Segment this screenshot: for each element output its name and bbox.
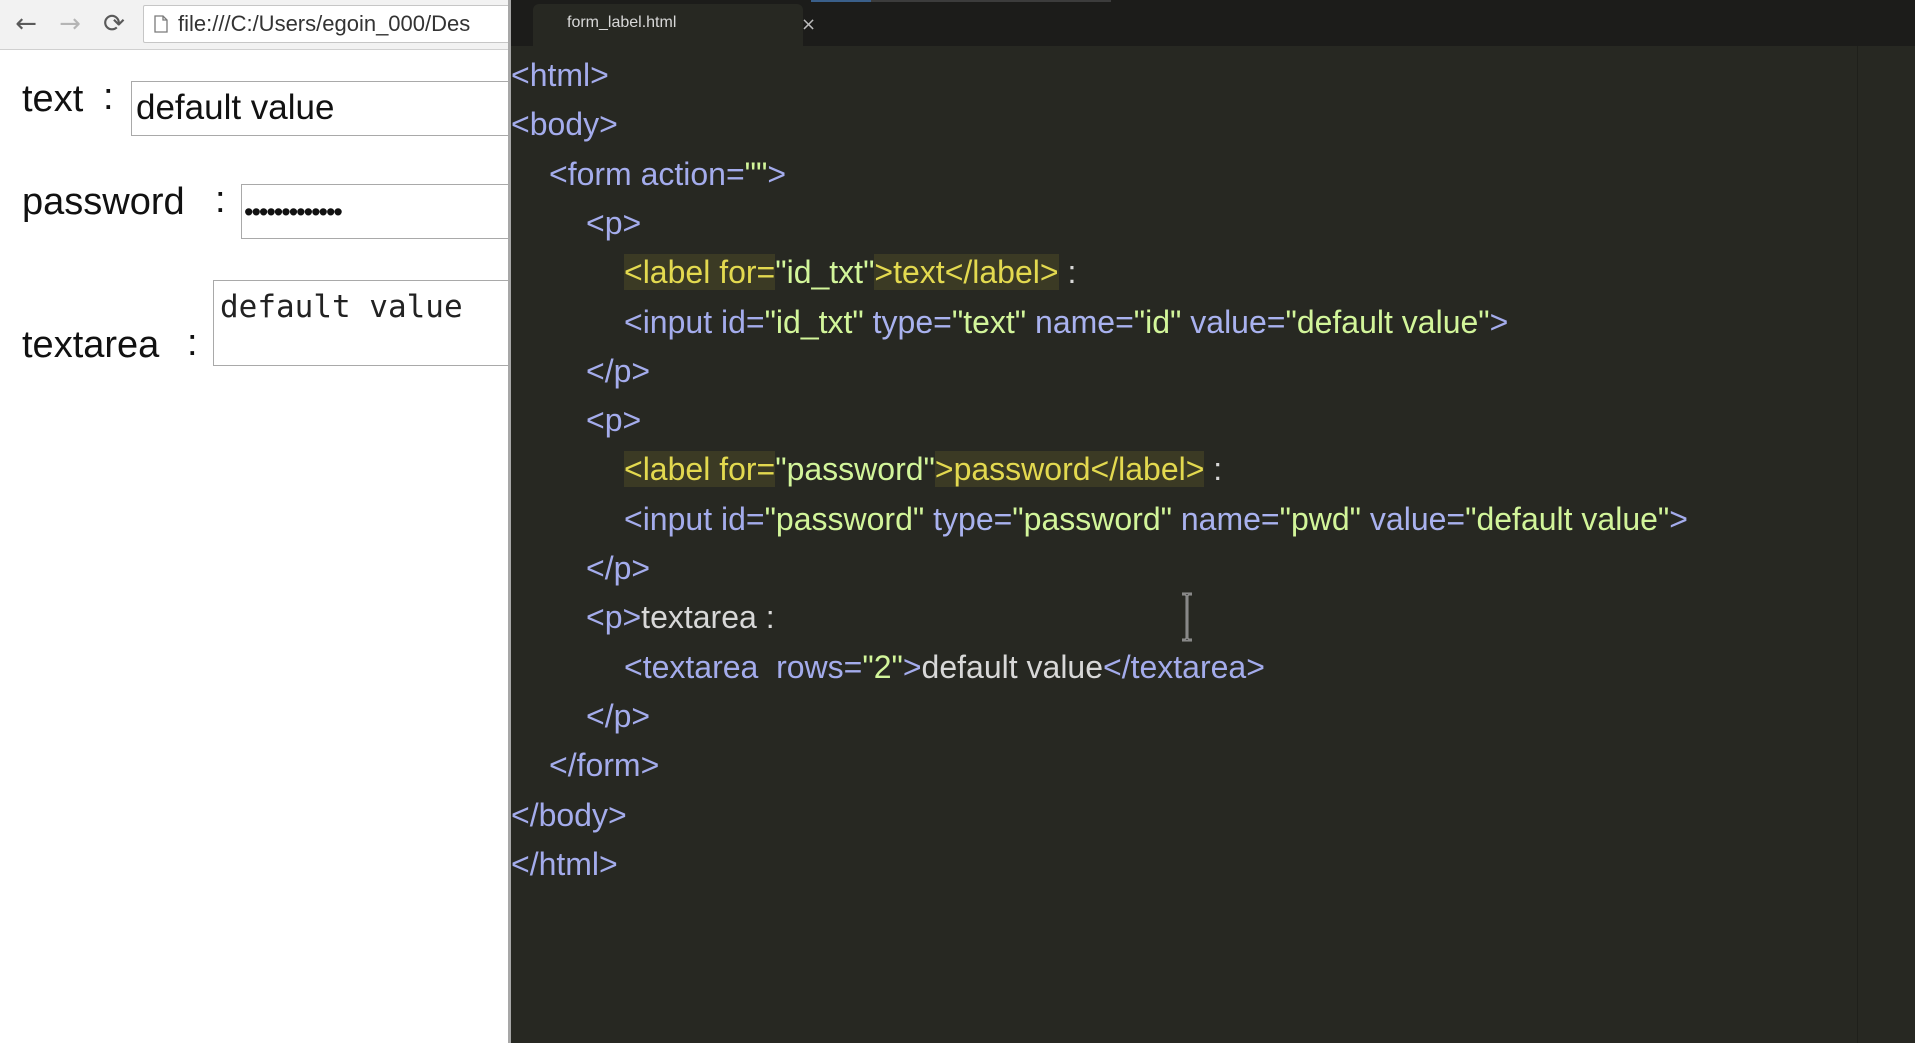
textarea-field[interactable]: default value — [213, 280, 510, 366]
code-token: </p> — [586, 353, 651, 389]
code-line[interactable]: </p> — [586, 544, 650, 593]
code-line[interactable]: <label for="password">password</label> : — [624, 445, 1222, 494]
code-token: type= — [863, 304, 952, 340]
code-token: "text" — [951, 304, 1027, 340]
code-line[interactable]: <p>textarea : — [586, 593, 775, 642]
address-bar[interactable]: file:///C:/Users/egoin_000/Des — [143, 5, 510, 43]
code-token: > — [1669, 501, 1688, 537]
code-editor: form_label.html × <html> <body> <form acti… — [511, 0, 1915, 1043]
code-line[interactable]: </p> — [586, 347, 650, 396]
tab-form-label-html[interactable]: form_label.html × — [533, 4, 816, 46]
code-token: name= — [1026, 304, 1134, 340]
code-line[interactable]: <input id="password" type="password" nam… — [624, 495, 1688, 544]
code-token: : — [1204, 451, 1223, 487]
textarea-label[interactable]: textarea — [22, 324, 159, 367]
code-token: "2" — [862, 649, 903, 685]
code-token: "password" — [775, 451, 935, 487]
code-token: </textarea> — [1103, 649, 1265, 685]
editor-gutter-divider — [1857, 46, 1858, 1043]
code-token: <p> — [586, 402, 642, 438]
code-token: > — [934, 451, 954, 487]
code-token: "password" — [764, 501, 925, 537]
code-token: <input id= — [624, 304, 765, 340]
code-token: "id" — [1133, 304, 1182, 340]
code-token: </label> — [944, 254, 1059, 290]
text-colon: : — [103, 76, 114, 118]
code-token: "id_txt" — [764, 304, 864, 340]
code-token: </p> — [586, 698, 651, 734]
code-token: name= — [1171, 501, 1280, 537]
textarea-colon: : — [187, 322, 198, 364]
rendered-page: text : default value password : ••••••••… — [0, 50, 510, 1043]
text-label[interactable]: text — [22, 78, 83, 121]
tab-bar-accent-active — [811, 0, 871, 2]
code-token: : — [1058, 254, 1077, 290]
code-line[interactable]: </body> — [511, 791, 627, 840]
code-token: textarea : — [641, 599, 775, 635]
code-token: "id_txt" — [775, 254, 875, 290]
close-icon[interactable]: × — [801, 14, 816, 35]
code-token: value= — [1361, 501, 1466, 537]
code-line[interactable]: <form action=""> — [549, 150, 786, 199]
browser-toolbar: ← → ⟳ file:///C:/Users/egoin_000/Des — [0, 0, 510, 50]
text-input[interactable]: default value — [131, 81, 510, 136]
code-token: </p> — [586, 550, 651, 586]
code-token: <p> — [586, 599, 642, 635]
code-token: <label for= — [624, 451, 776, 487]
code-line[interactable]: <body> — [511, 100, 618, 149]
code-token: "pwd" — [1279, 501, 1362, 537]
code-area[interactable]: <html> <body> <form action=""> <p> <label fo… — [511, 51, 1851, 1031]
code-token: "" — [744, 156, 768, 192]
code-line[interactable]: <p> — [586, 396, 641, 445]
code-token: <form action= — [549, 156, 745, 192]
forward-arrow-icon[interactable]: → — [52, 6, 88, 42]
password-label[interactable]: password — [22, 181, 185, 224]
code-token: "password" — [1012, 501, 1172, 537]
code-token: <p> — [586, 205, 642, 241]
url-text: file:///C:/Users/egoin_000/Des — [178, 11, 471, 36]
password-colon: : — [215, 179, 226, 221]
code-token: <input id= — [624, 501, 765, 537]
code-token: <label for= — [624, 254, 776, 290]
code-token: value= — [1181, 304, 1286, 340]
code-line[interactable]: <textarea rows="2">default value</textar… — [624, 643, 1265, 692]
code-token: > — [874, 254, 894, 290]
tab-title: form_label.html — [567, 14, 677, 31]
text-cursor-icon — [1180, 592, 1194, 642]
reload-icon[interactable]: ⟳ — [96, 6, 132, 42]
code-line[interactable]: </html> — [511, 840, 618, 889]
code-line[interactable]: <p> — [586, 199, 641, 248]
code-token: password — [953, 451, 1091, 487]
back-arrow-icon[interactable]: ← — [8, 6, 44, 42]
page-icon — [154, 15, 168, 33]
code-token: > — [1489, 304, 1509, 340]
code-line[interactable]: </p> — [586, 692, 650, 741]
code-token: "default value" — [1285, 304, 1490, 340]
code-token: > — [767, 156, 787, 192]
code-token: </form> — [549, 747, 660, 783]
code-token: type= — [924, 501, 1013, 537]
code-token: <textarea rows= — [624, 649, 863, 685]
code-token: default value — [921, 649, 1104, 685]
password-input[interactable]: ••••••••••••• — [241, 184, 510, 239]
code-token: <body> — [511, 106, 618, 142]
tab-bar: form_label.html × — [511, 0, 1915, 46]
code-token: > — [902, 649, 922, 685]
code-token: <html> — [511, 57, 609, 93]
code-line[interactable]: <input id="id_txt" type="text" name="id"… — [624, 298, 1508, 347]
code-token: text — [893, 254, 945, 290]
code-token: </label> — [1090, 451, 1205, 487]
browser-window: ← → ⟳ file:///C:/Users/egoin_000/Des tex… — [0, 0, 510, 1043]
code-token: </html> — [511, 846, 618, 882]
code-line[interactable]: <html> — [511, 51, 609, 100]
code-line[interactable]: <label for="id_txt">text</label> : — [624, 248, 1076, 297]
code-line[interactable]: </form> — [549, 741, 659, 790]
code-token: </body> — [511, 797, 627, 833]
code-token: "default value" — [1465, 501, 1670, 537]
